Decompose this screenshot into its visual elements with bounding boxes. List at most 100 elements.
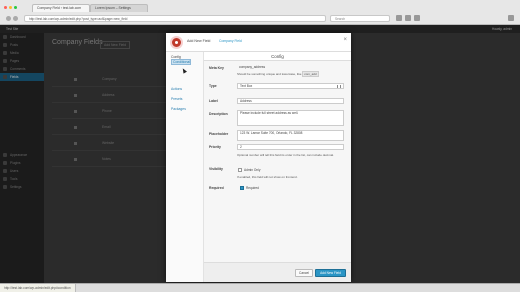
fields-icon <box>3 75 7 79</box>
home-icon[interactable] <box>414 15 420 21</box>
modal-subtitle: Company Field <box>219 39 242 43</box>
sidebar-item-posts[interactable]: Posts <box>0 41 44 49</box>
sidebar-item-dashboard[interactable]: Dashboard <box>0 33 44 41</box>
row-label: Company <box>102 77 117 81</box>
browser-status-bar: http://test.lab.com/wp-admin/edit.php#co… <box>0 283 520 292</box>
user-icon <box>3 169 7 173</box>
type-label: Type <box>209 84 217 88</box>
brush-icon <box>3 153 7 157</box>
tab-presets[interactable]: Presets <box>171 97 183 101</box>
sidebar-item-users[interactable]: Users <box>0 167 44 175</box>
meta-key-help-text: Should be something unique and lowercase… <box>237 72 302 76</box>
meta-key-value[interactable]: company_address <box>237 65 344 71</box>
table-row[interactable]: Address <box>52 89 172 103</box>
admin-bar-howdy[interactable]: Howdy, admin <box>492 25 512 33</box>
add-field-button[interactable]: Add New Field <box>315 269 346 277</box>
add-new-button[interactable]: Add New Field <box>100 41 131 49</box>
mouse-cursor-icon <box>181 67 187 74</box>
admin-only-checkbox[interactable] <box>238 168 242 172</box>
modal-body: Config Meta Key company_address Should b… <box>204 52 351 262</box>
placeholder-textarea[interactable]: 123 W. Lamar Suite 700, Orlando, FL 3280… <box>237 130 344 141</box>
modal-title: Add New Field <box>187 39 211 43</box>
tab-packages[interactable]: Packages <box>171 107 186 111</box>
row-label: Address <box>102 93 115 97</box>
row-label: Notes <box>102 157 111 161</box>
sidebar-item-label: Pages <box>10 59 20 63</box>
tab-actions[interactable]: Actions <box>171 87 182 91</box>
sidebar-item-comments[interactable]: Comments <box>0 65 44 73</box>
row-checkbox[interactable] <box>74 142 77 145</box>
browser-tab-active[interactable]: Company Field ‹ test.lab.com <box>32 4 90 12</box>
maximize-window-icon[interactable] <box>14 6 17 9</box>
modal-nav: Config Conditional Actions Presets Packa… <box>166 52 204 282</box>
sidebar-item-label: Appearance <box>10 153 28 157</box>
browser-search-input[interactable]: Search <box>330 15 390 22</box>
pin-icon <box>3 43 7 47</box>
priority-input[interactable]: 2 <box>237 144 344 150</box>
sidebar-item-pages[interactable]: Pages <box>0 57 44 65</box>
close-icon[interactable]: × <box>343 37 347 43</box>
sidebar-item-appearance[interactable]: Appearance <box>0 151 44 159</box>
modal-header: Add New Field Company Field × <box>166 33 351 52</box>
sidebar-item-fields[interactable]: Fields <box>0 73 44 81</box>
sidebar-item-label: Users <box>10 169 19 173</box>
media-icon <box>3 51 7 55</box>
admin-sidebar: Dashboard Posts Media Pages Comments Fie… <box>0 33 44 283</box>
table-row[interactable]: Notes <box>52 153 172 167</box>
required-label: Required <box>209 186 224 190</box>
table-row[interactable]: Email <box>52 121 172 135</box>
sidebar-item-label: Fields <box>10 75 19 79</box>
screen: Company Field ‹ test.lab.com Lorem Ipsum… <box>0 0 520 292</box>
url-bar[interactable]: http://test.lab.com/wp-admin/edit.php?po… <box>24 15 326 22</box>
sidebar-item-settings[interactable]: Settings <box>0 183 44 191</box>
description-textarea[interactable]: Please include full street address as we… <box>237 110 344 126</box>
status-url: http://test.lab.com/wp-admin/edit.php#co… <box>0 284 76 292</box>
meta-key-help: Should be something unique and lowercase… <box>237 71 319 77</box>
minimize-window-icon[interactable] <box>9 6 12 9</box>
visibility-help: If enabled, this field will not show on … <box>237 175 298 179</box>
table-row[interactable]: Phone <box>52 105 172 119</box>
description-label: Description <box>209 112 228 116</box>
page-title: Company Fields <box>52 39 103 46</box>
meta-key-label: Meta Key <box>209 66 224 70</box>
sidebar-item-label: Tools <box>10 177 18 181</box>
sidebar-item-label: Plugins <box>10 161 21 165</box>
sidebar-item-tools[interactable]: Tools <box>0 175 44 183</box>
table-row[interactable]: Company <box>52 73 172 87</box>
table-row[interactable]: Website <box>52 137 172 151</box>
placeholder-label: Placeholder <box>209 132 229 136</box>
row-checkbox[interactable] <box>74 158 77 161</box>
sidebar-item-plugins[interactable]: Plugins <box>0 159 44 167</box>
sidebar-item-label: Dashboard <box>10 35 26 39</box>
required-checkbox[interactable] <box>240 186 244 190</box>
row-checkbox[interactable] <box>74 94 77 97</box>
type-select[interactable]: Text Box <box>237 83 344 89</box>
menu-icon[interactable] <box>508 15 514 21</box>
download-icon[interactable] <box>405 15 411 21</box>
visibility-label: Visibility <box>209 167 223 171</box>
admin-only-label: Admin Only <box>244 168 261 172</box>
browser-tab[interactable]: Lorem Ipsum – Settings <box>90 4 148 12</box>
priority-label: Priority <box>209 145 221 149</box>
sidebar-item-media[interactable]: Media <box>0 49 44 57</box>
admin-bar-site[interactable]: Test Site <box>6 27 18 31</box>
priority-help: Optional number will tell this field its… <box>237 153 334 157</box>
close-window-icon[interactable] <box>4 6 7 9</box>
meta-key-help-code: com_add <box>302 71 319 77</box>
label-label: Label <box>209 99 218 103</box>
tab-condition[interactable]: Conditional <box>173 60 190 64</box>
row-checkbox[interactable] <box>74 78 77 81</box>
admin-bar: Test Site Howdy, admin <box>0 25 520 33</box>
row-label: Email <box>102 125 111 129</box>
row-checkbox[interactable] <box>74 126 77 129</box>
comment-icon <box>3 67 7 71</box>
row-checkbox[interactable] <box>74 110 77 113</box>
wrench-icon <box>3 177 7 181</box>
page-icon <box>3 59 7 63</box>
back-icon[interactable] <box>6 16 11 21</box>
modal-footer: Cancel Add New Field <box>204 262 351 282</box>
cancel-button[interactable]: Cancel <box>295 269 313 277</box>
label-input[interactable]: Address <box>237 98 344 104</box>
forward-icon[interactable] <box>13 16 18 21</box>
bookmark-icon[interactable] <box>396 15 402 21</box>
